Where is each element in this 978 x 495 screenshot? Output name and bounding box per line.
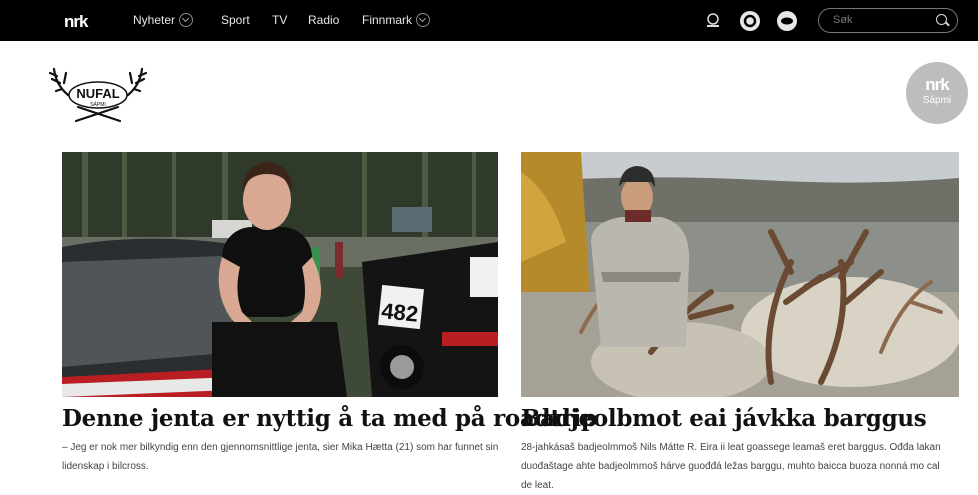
nav-item-tv[interactable]: TV (272, 13, 287, 27)
p3-icon[interactable] (777, 11, 797, 31)
search-input[interactable] (831, 13, 935, 27)
article-title[interactable]: Badjeolbmot eai jávkka barggus (521, 405, 927, 432)
article-image-rally-girl[interactable]: 482 (62, 152, 498, 397)
nav-item-label: Finnmark (362, 13, 413, 27)
chevron-down-icon (179, 13, 194, 27)
article-image-reindeer-herder[interactable] (521, 152, 959, 397)
nav-item-label: TV (272, 13, 288, 27)
nav-item-label: Sport (221, 13, 250, 27)
nav-item-label: Nyheter (133, 13, 176, 27)
nav-item-nyheter[interactable]: Nyheter (133, 13, 194, 27)
super-icon[interactable] (740, 11, 760, 31)
user-icon[interactable] (703, 11, 723, 31)
nav-item-label: Radio (308, 13, 340, 27)
article-lead: – Jeg er nok mer bilkyndig enn den gjenn… (62, 442, 499, 472)
nufal-subtitle: SÁPMI (90, 101, 106, 108)
car-number: 482 (380, 298, 419, 327)
search-box[interactable] (818, 8, 958, 33)
top-navigation-bar: nrk Nyheter Sport TV Radio Finnmark (0, 0, 978, 41)
nufal-wordmark: NUFAL (76, 86, 119, 101)
chevron-down-icon (416, 13, 431, 27)
nrk-logo[interactable]: nrk (64, 12, 88, 32)
article-title[interactable]: Denne jenta er nyttig å ta med på roadtr… (62, 405, 597, 432)
nav-item-sport[interactable]: Sport (221, 13, 250, 27)
nrk-sapmi-wordmark: nrk (925, 75, 949, 94)
article-lead: 28-jahkásaš badjeolmmoš Nils Mátte R. Ei… (521, 442, 941, 491)
search-icon[interactable] (936, 14, 947, 25)
nav-item-radio[interactable]: Radio (308, 13, 339, 27)
nrk-sapmi-subtitle: Sápmi (922, 95, 952, 106)
nrk-sapmi-logo[interactable]: nrk Sápmi (906, 62, 968, 124)
nufal-logo[interactable]: NUFAL SÁPMI (48, 63, 148, 125)
nav-item-finnmark[interactable]: Finnmark (362, 13, 431, 27)
